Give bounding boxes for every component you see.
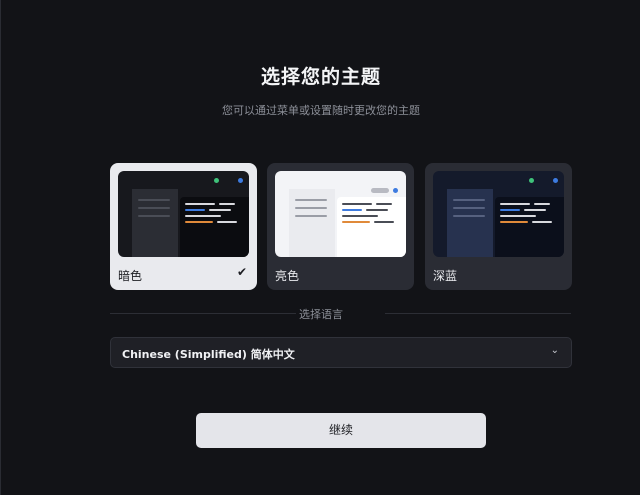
page-subtitle: 您可以通过菜单或设置随时更改您的主题 xyxy=(222,104,420,117)
preview-dot xyxy=(553,178,558,183)
theme-card-dark[interactable]: 暗色 ✔ xyxy=(110,163,257,290)
theme-preview-deep-blue xyxy=(433,171,564,257)
continue-button[interactable]: 继续 xyxy=(196,413,486,448)
onboarding-window: 选择您的主题 您可以通过菜单或设置随时更改您的主题 暗色 ✔ 亮色 深蓝 选择语… xyxy=(0,0,640,495)
theme-label-dark: 暗色 xyxy=(118,269,143,283)
theme-card-light[interactable]: 亮色 xyxy=(267,163,414,290)
preview-dot xyxy=(214,178,219,183)
page-title: 选择您的主题 xyxy=(260,66,381,88)
theme-label-deep-blue: 深蓝 xyxy=(433,269,458,283)
chevron-down-icon: ⌄ xyxy=(550,345,559,356)
language-section-label: 选择语言 xyxy=(299,308,343,321)
preview-dot xyxy=(393,188,398,193)
divider xyxy=(385,313,571,314)
preview-sidebar xyxy=(289,189,335,257)
preview-sidebar xyxy=(447,189,493,257)
language-select-value: Chinese (Simplified) 简体中文 xyxy=(122,348,295,361)
theme-preview-light xyxy=(275,171,406,257)
preview-pill xyxy=(371,188,389,193)
preview-editor xyxy=(337,197,406,257)
theme-label-light: 亮色 xyxy=(275,269,300,283)
theme-preview-dark xyxy=(118,171,249,257)
preview-editor xyxy=(495,197,564,257)
preview-dot xyxy=(529,178,534,183)
language-select[interactable]: Chinese (Simplified) 简体中文 ⌄ xyxy=(110,337,572,368)
check-icon: ✔ xyxy=(236,265,247,279)
preview-dot xyxy=(238,178,243,183)
theme-card-deep-blue[interactable]: 深蓝 xyxy=(425,163,572,290)
preview-editor xyxy=(180,197,249,257)
preview-sidebar xyxy=(132,189,178,257)
